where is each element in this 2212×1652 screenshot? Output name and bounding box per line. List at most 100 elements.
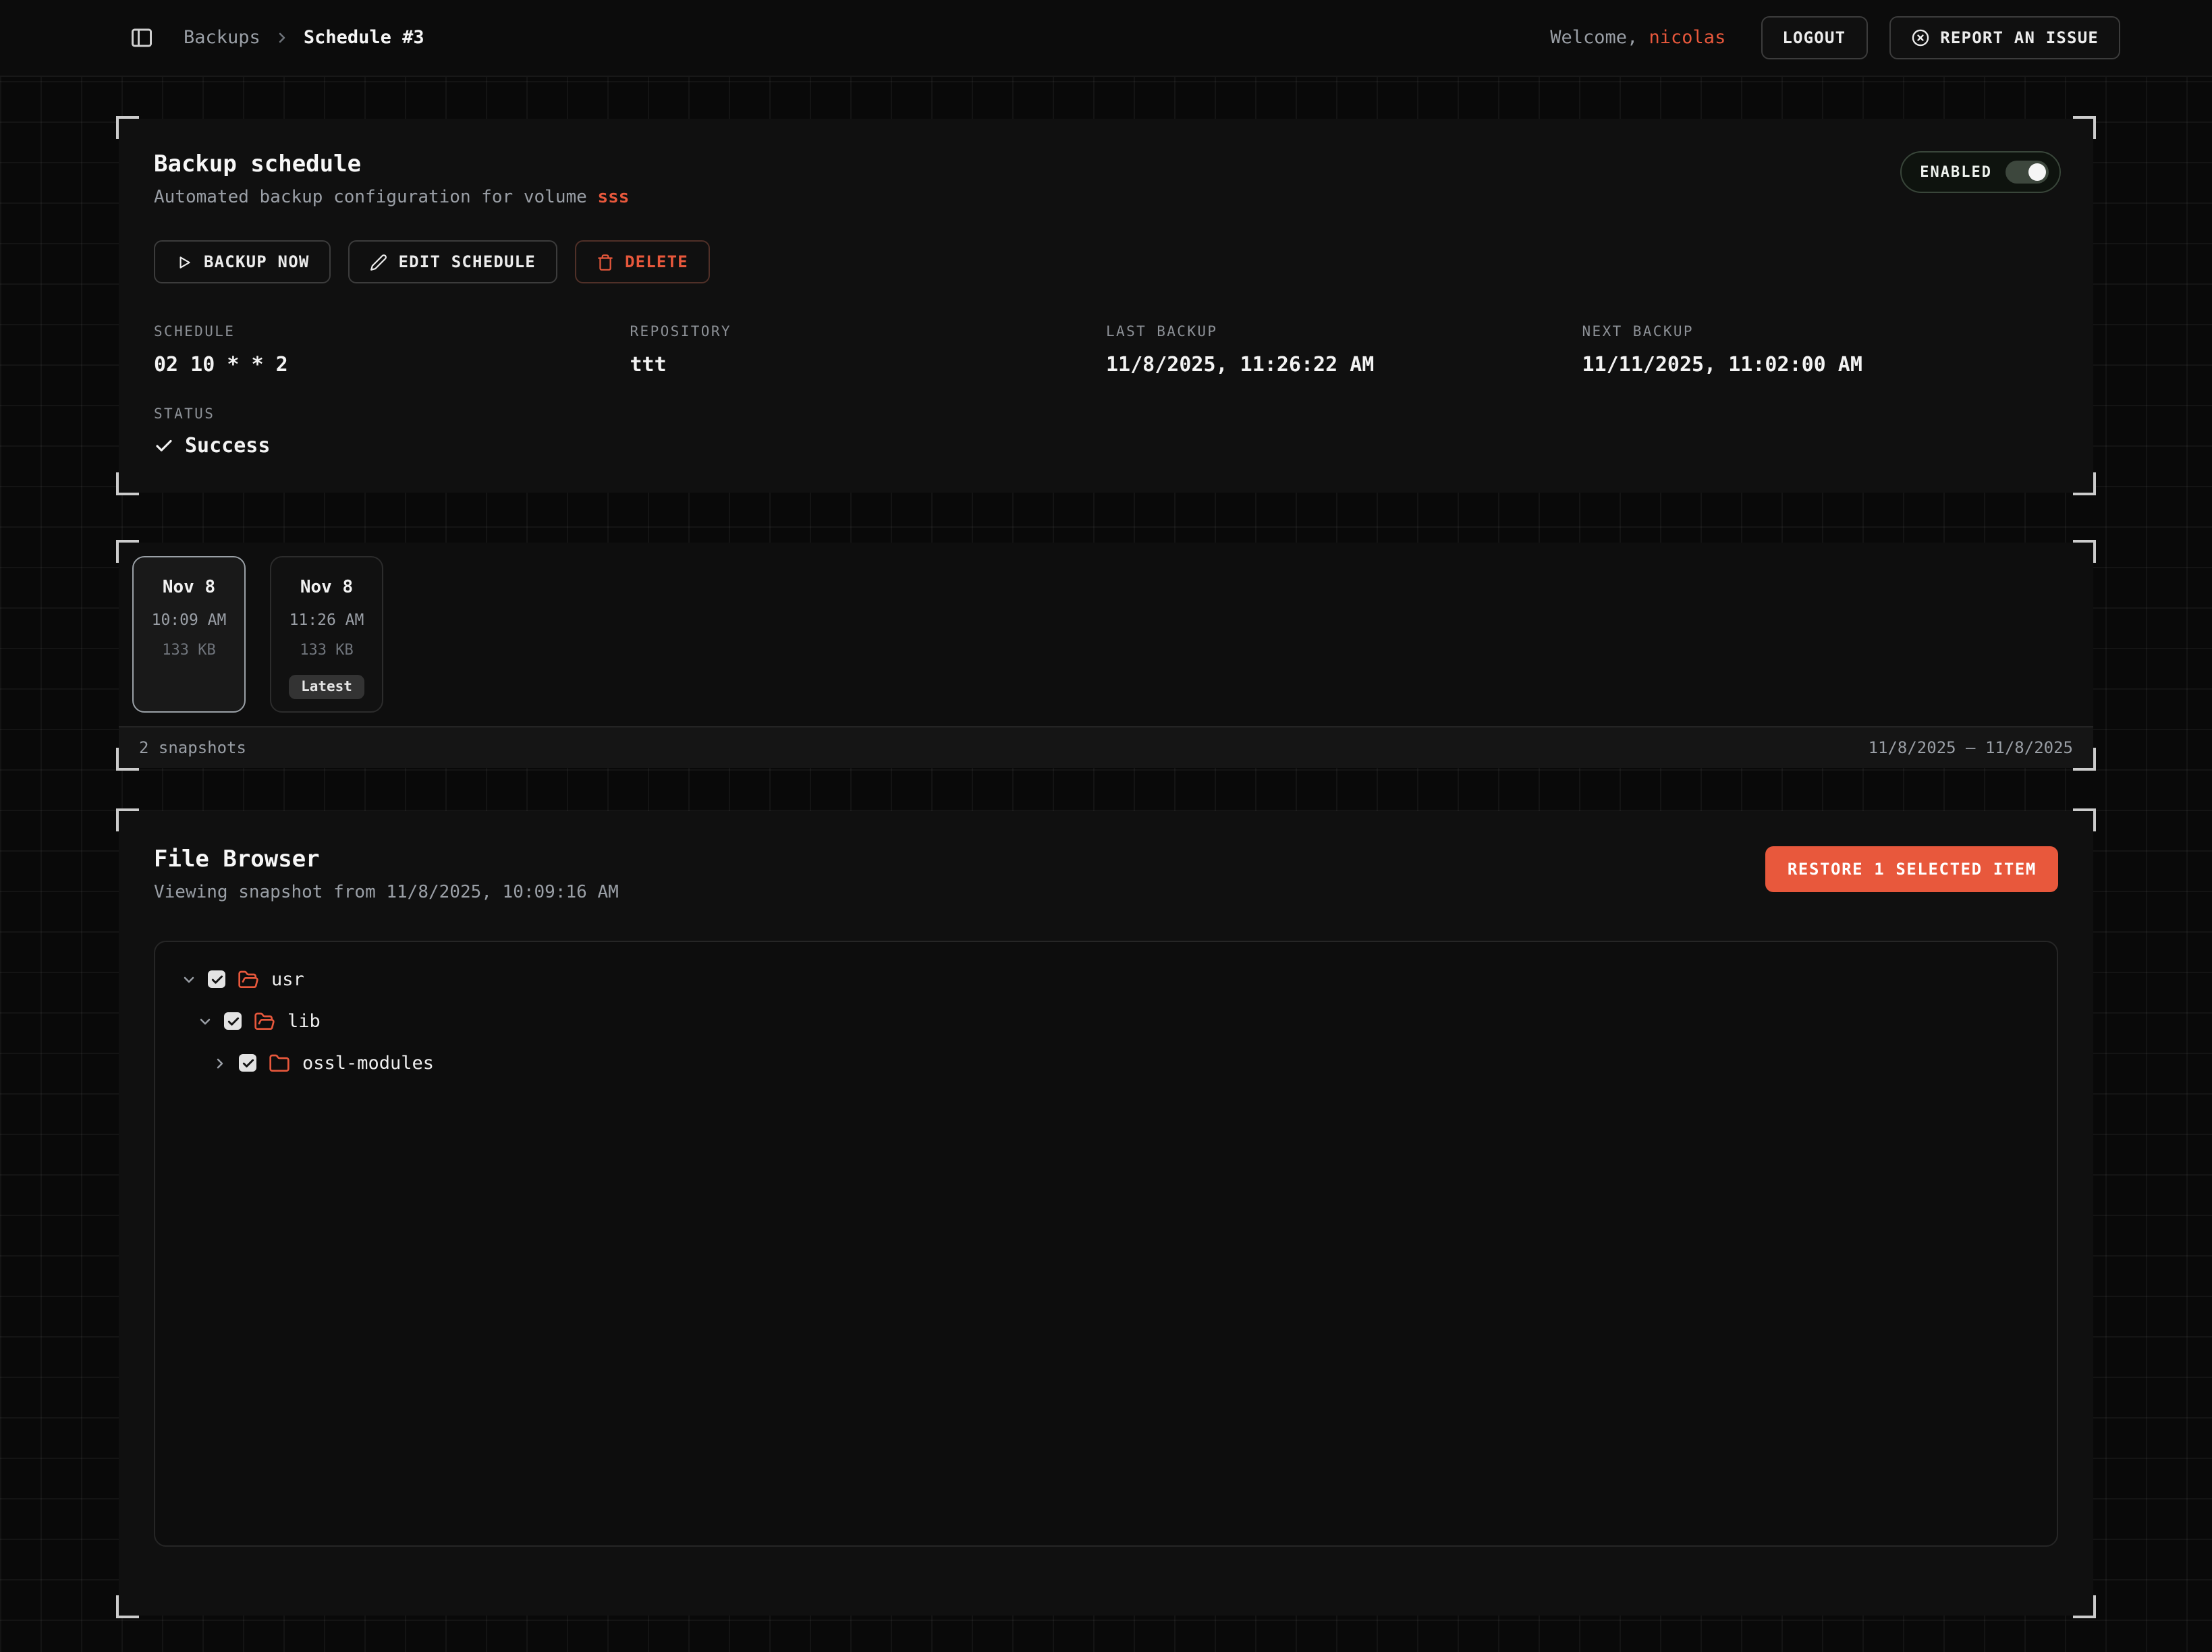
file-browser-title: File Browser bbox=[154, 846, 619, 873]
status-value: Success bbox=[154, 433, 2058, 458]
corner-bracket bbox=[116, 540, 139, 563]
check-icon bbox=[154, 435, 174, 456]
tree-row-lib[interactable]: lib bbox=[169, 1000, 2043, 1042]
file-browser-card: File Browser Viewing snapshot from 11/8/… bbox=[119, 811, 2093, 1616]
chevron-down-icon[interactable] bbox=[196, 1013, 215, 1029]
schedule-card-subtitle: Automated backup configuration for volum… bbox=[154, 188, 2058, 208]
logout-button[interactable]: LOGOUT bbox=[1761, 16, 1867, 59]
field-value: 11/11/2025, 11:02:00 AM bbox=[1582, 352, 2059, 377]
breadcrumb-current-page: Schedule #3 bbox=[304, 27, 424, 49]
field-repository: REPOSITORY ttt bbox=[630, 324, 1107, 377]
toggle-knob bbox=[2028, 163, 2046, 181]
edit-schedule-button-label: EDIT SCHEDULE bbox=[399, 252, 536, 271]
snapshots-footer: 2 snapshots 11/8/2025 – 11/8/2025 bbox=[119, 726, 2093, 768]
file-browser-subtitle: Viewing snapshot from 11/8/2025, 10:09:1… bbox=[154, 883, 619, 903]
topbar-right: Welcome, nicolas LOGOUT REPORT AN ISSUE bbox=[1550, 16, 2120, 59]
field-value: ttt bbox=[630, 352, 1107, 377]
panel-left-icon bbox=[130, 26, 154, 50]
toggle-switch[interactable] bbox=[2006, 161, 2049, 184]
status-block: STATUS Success bbox=[154, 406, 2058, 458]
breadcrumb: Backups Schedule #3 bbox=[184, 27, 424, 49]
field-value: 11/8/2025, 11:26:22 AM bbox=[1106, 352, 1582, 377]
snapshot-time: 10:09 AM bbox=[152, 610, 227, 629]
tree-item-name[interactable]: lib bbox=[287, 1010, 321, 1032]
snapshot-tile-selected[interactable]: Nov 8 10:09 AM 133 KB bbox=[132, 556, 246, 713]
corner-bracket bbox=[2073, 1595, 2096, 1618]
corner-bracket bbox=[116, 472, 139, 495]
username: nicolas bbox=[1649, 27, 1726, 49]
report-issue-button[interactable]: REPORT AN ISSUE bbox=[1889, 16, 2120, 59]
report-issue-button-label: REPORT AN ISSUE bbox=[1940, 28, 2099, 47]
welcome-prefix: Welcome, bbox=[1550, 27, 1638, 49]
corner-bracket bbox=[2073, 540, 2096, 563]
status-text: Success bbox=[185, 433, 270, 458]
delete-button-label: DELETE bbox=[625, 252, 688, 271]
tree-row-usr[interactable]: usr bbox=[169, 958, 2043, 1000]
welcome-text: Welcome, nicolas bbox=[1550, 27, 1725, 49]
snapshot-size: 133 KB bbox=[300, 641, 354, 659]
field-schedule: SCHEDULE 02 10 * * 2 bbox=[154, 324, 630, 377]
status-label: STATUS bbox=[154, 406, 2058, 422]
field-value: 02 10 * * 2 bbox=[154, 352, 630, 377]
delete-button[interactable]: DELETE bbox=[575, 240, 710, 283]
chevron-down-icon[interactable] bbox=[179, 971, 198, 987]
corner-bracket bbox=[2073, 748, 2096, 771]
folder-icon bbox=[269, 1052, 290, 1074]
file-browser-header: File Browser Viewing snapshot from 11/8/… bbox=[154, 846, 2058, 903]
page: Backups Schedule #3 Welcome, nicolas LOG… bbox=[0, 0, 2212, 1652]
corner-bracket bbox=[116, 116, 139, 139]
snapshot-list: Nov 8 10:09 AM 133 KB Nov 8 11:26 AM 133… bbox=[119, 543, 2093, 726]
field-label: LAST BACKUP bbox=[1106, 324, 1582, 340]
field-label: REPOSITORY bbox=[630, 324, 1107, 340]
schedule-fields: SCHEDULE 02 10 * * 2 REPOSITORY ttt LAST… bbox=[154, 324, 2058, 377]
corner-bracket bbox=[116, 748, 139, 771]
tree-item-name[interactable]: ossl-modules bbox=[302, 1052, 434, 1074]
chevron-right-icon[interactable] bbox=[211, 1055, 229, 1071]
edit-schedule-button[interactable]: EDIT SCHEDULE bbox=[349, 240, 557, 283]
checkbox-checked[interactable] bbox=[224, 1012, 242, 1030]
snapshot-date-range: 11/8/2025 – 11/8/2025 bbox=[1869, 738, 2073, 757]
folder-open-icon bbox=[238, 968, 259, 990]
snapshot-date: Nov 8 bbox=[300, 578, 353, 598]
corner-bracket bbox=[2073, 808, 2096, 831]
corner-bracket bbox=[2073, 116, 2096, 139]
snapshot-size: 133 KB bbox=[162, 641, 216, 659]
backup-now-button-label: BACKUP NOW bbox=[204, 252, 310, 271]
snapshot-count: 2 snapshots bbox=[139, 738, 246, 757]
breadcrumb-backups[interactable]: Backups bbox=[184, 27, 260, 49]
logout-button-label: LOGOUT bbox=[1782, 28, 1846, 47]
checkbox-checked[interactable] bbox=[208, 970, 225, 988]
circle-x-icon bbox=[1910, 28, 1929, 47]
backup-schedule-card: Backup schedule Automated backup configu… bbox=[119, 119, 2093, 493]
tree-item-name[interactable]: usr bbox=[271, 968, 304, 990]
file-tree: usr lib bbox=[154, 941, 2058, 1547]
tree-row-ossl-modules[interactable]: ossl-modules bbox=[169, 1042, 2043, 1084]
breadcrumb-separator-icon bbox=[274, 30, 290, 46]
field-label: NEXT BACKUP bbox=[1582, 324, 2059, 340]
corner-bracket bbox=[116, 1595, 139, 1618]
corner-bracket bbox=[2073, 472, 2096, 495]
trash-icon bbox=[597, 253, 614, 271]
restore-button[interactable]: RESTORE 1 SELECTED ITEM bbox=[1766, 846, 2058, 892]
folder-open-icon bbox=[254, 1010, 275, 1032]
snapshot-tile-latest[interactable]: Nov 8 11:26 AM 133 KB Latest bbox=[270, 556, 383, 713]
pencil-icon bbox=[370, 253, 388, 271]
schedule-actions: BACKUP NOW EDIT SCHEDULE DELETE bbox=[154, 240, 2058, 283]
checkbox-checked[interactable] bbox=[239, 1054, 256, 1072]
backup-now-button[interactable]: BACKUP NOW bbox=[154, 240, 331, 283]
play-icon bbox=[175, 253, 193, 271]
snapshot-time: 11:26 AM bbox=[289, 610, 364, 629]
corner-bracket bbox=[116, 808, 139, 831]
latest-badge: Latest bbox=[289, 675, 364, 699]
restore-button-label: RESTORE 1 SELECTED ITEM bbox=[1788, 860, 2037, 879]
field-last-backup: LAST BACKUP 11/8/2025, 11:26:22 AM bbox=[1106, 324, 1582, 377]
subtitle-prefix: Automated backup configuration for volum… bbox=[154, 188, 587, 208]
file-browser-titles: File Browser Viewing snapshot from 11/8/… bbox=[154, 846, 619, 903]
topbar-left: Backups Schedule #3 bbox=[124, 20, 424, 55]
snapshot-date: Nov 8 bbox=[163, 578, 215, 598]
sidebar-toggle-button[interactable] bbox=[124, 20, 159, 55]
volume-name: sss bbox=[597, 188, 629, 208]
field-next-backup: NEXT BACKUP 11/11/2025, 11:02:00 AM bbox=[1582, 324, 2059, 377]
enabled-toggle[interactable]: ENABLED bbox=[1900, 151, 2061, 193]
enabled-toggle-label: ENABLED bbox=[1920, 163, 1992, 181]
